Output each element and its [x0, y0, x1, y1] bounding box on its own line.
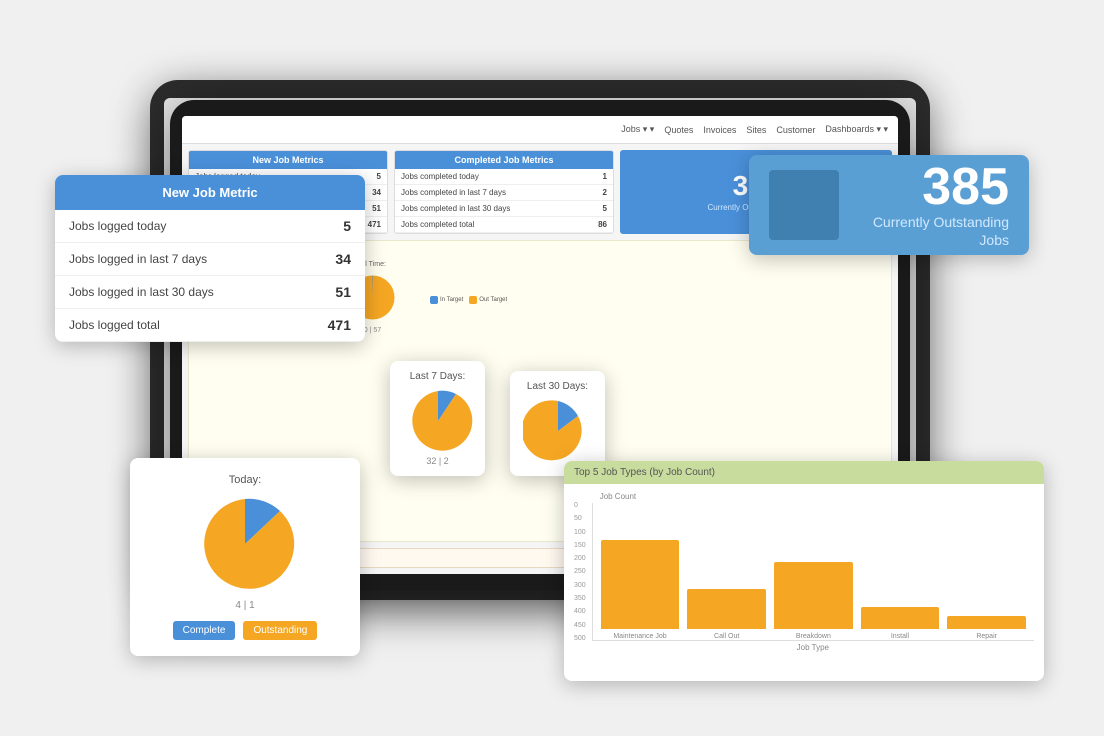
bar-chart-header: Top 5 Job Types (by Job Count) — [564, 461, 1044, 484]
new-job-metric-card: New Job Metric Jobs logged today 5 Jobs … — [55, 175, 365, 342]
table-row: Jobs logged today 5 — [55, 210, 365, 243]
table-row: Jobs logged total 471 — [55, 309, 365, 342]
bar-label-breakdown: Breakdown — [796, 633, 831, 640]
today-pie-chart — [195, 494, 295, 594]
outstanding-number: 385 — [859, 161, 1009, 213]
bar-install — [861, 607, 940, 629]
last7-pie-card: Last 7 Days: 32 | 2 — [390, 361, 485, 476]
nav-customer[interactable]: Customer — [776, 125, 815, 135]
bar-group-install: Install — [861, 607, 940, 640]
outstanding-complete-card: Today: 4 | 1 Complete Outstanding — [130, 458, 360, 656]
today-stats: 4 | 1 — [146, 600, 344, 611]
y-label-450: 450 — [574, 622, 586, 629]
nav-dashboards[interactable]: Dashboards ▾ — [825, 124, 888, 135]
y-label-400: 400 — [574, 608, 586, 615]
outstanding-float-inner: 385 Currently Outstanding Jobs — [859, 161, 1009, 249]
outstanding-float-image — [769, 170, 839, 240]
job-logged-total-value: 471 — [294, 309, 365, 342]
last7-stats: 32 | 2 — [400, 456, 475, 466]
in-target-legend: In Target Out Target — [430, 296, 507, 304]
bar-chart-content: Job Count Maintenance Job Call Out Break… — [592, 492, 1034, 652]
nav-jobs[interactable]: Jobs ▾ — [621, 124, 654, 135]
y-label-200: 200 — [574, 555, 586, 562]
bar-maintenance — [601, 540, 680, 629]
bar-label-install: Install — [891, 633, 909, 640]
completed-job-mini-table: Jobs completed today1 Jobs completed in … — [395, 169, 613, 233]
bar-chart-card: Top 5 Job Types (by Job Count) 500 450 4… — [564, 461, 1044, 681]
bar-label-repair: Repair — [976, 633, 997, 640]
today-label: Today: — [146, 474, 344, 486]
y-label-0: 0 — [574, 502, 586, 509]
legend-buttons: Complete Outstanding — [146, 621, 344, 640]
job-logged-7d-label: Jobs logged in last 7 days — [55, 243, 294, 276]
nav-sites[interactable]: Sites — [746, 125, 766, 135]
table-row: Jobs logged in last 7 days 34 — [55, 243, 365, 276]
completed-job-mini-card: Completed Job Metrics Jobs completed tod… — [394, 150, 614, 234]
new-job-table: Jobs logged today 5 Jobs logged in last … — [55, 210, 365, 342]
pie-all-time-2-count: 0 | 57 — [364, 327, 381, 334]
last7-pie-chart — [403, 386, 473, 456]
nav-quotes[interactable]: Quotes — [664, 125, 693, 135]
outstanding-label: Currently Outstanding Jobs — [859, 213, 1009, 249]
outstanding-jobs-card: 385 Currently Outstanding Jobs — [749, 155, 1029, 255]
bar-label-callout: Call Out — [714, 633, 739, 640]
last30-pie-container — [520, 396, 595, 466]
bar-group-callout: Call Out — [687, 589, 766, 640]
job-logged-30d-value: 51 — [294, 276, 365, 309]
job-logged-30d-label: Jobs logged in last 30 days — [55, 276, 294, 309]
job-logged-today-label: Jobs logged today — [55, 210, 294, 243]
y-axis-label: Job Count — [592, 492, 1034, 501]
dashboard-nav: Jobs ▾ Quotes Invoices Sites Customer Da… — [182, 116, 898, 144]
bar-callout — [687, 589, 766, 629]
bar-chart-y-axis: 500 450 400 350 300 250 200 150 100 50 0 — [574, 502, 592, 642]
bars-container: Maintenance Job Call Out Breakdown Insta… — [592, 503, 1034, 641]
outstanding-button[interactable]: Outstanding — [243, 621, 317, 640]
bar-repair — [947, 616, 1026, 629]
last30-label: Last 30 Days: — [520, 381, 595, 392]
complete-button[interactable]: Complete — [173, 621, 236, 640]
last30-pie-chart — [523, 396, 593, 466]
y-label-350: 350 — [574, 595, 586, 602]
table-row: Jobs logged in last 30 days 51 — [55, 276, 365, 309]
job-logged-7d-value: 34 — [294, 243, 365, 276]
today-pie-container — [146, 494, 344, 594]
y-label-150: 150 — [574, 542, 586, 549]
last7-pie-container — [400, 386, 475, 456]
last7-label: Last 7 Days: — [400, 371, 475, 382]
y-label-300: 300 — [574, 582, 586, 589]
job-logged-today-value: 5 — [294, 210, 365, 243]
nav-invoices[interactable]: Invoices — [703, 125, 736, 135]
new-job-mini-header: New Job Metrics — [189, 151, 387, 169]
y-label-100: 100 — [574, 529, 586, 536]
bar-chart-area: 500 450 400 350 300 250 200 150 100 50 0… — [574, 492, 1034, 652]
new-job-header: New Job Metric — [55, 175, 365, 210]
bar-group-maintenance: Maintenance Job — [601, 540, 680, 640]
bar-label-maintenance: Maintenance Job — [613, 633, 666, 640]
bar-group-repair: Repair — [947, 616, 1026, 640]
bar-group-breakdown: Breakdown — [774, 562, 853, 640]
y-label-500: 500 — [574, 635, 586, 642]
y-label-50: 50 — [574, 515, 586, 522]
x-axis-label: Job Type — [592, 643, 1034, 652]
bar-breakdown — [774, 562, 853, 629]
job-logged-total-label: Jobs logged total — [55, 309, 294, 342]
y-label-250: 250 — [574, 568, 586, 575]
completed-job-mini-header: Completed Job Metrics — [395, 151, 613, 169]
